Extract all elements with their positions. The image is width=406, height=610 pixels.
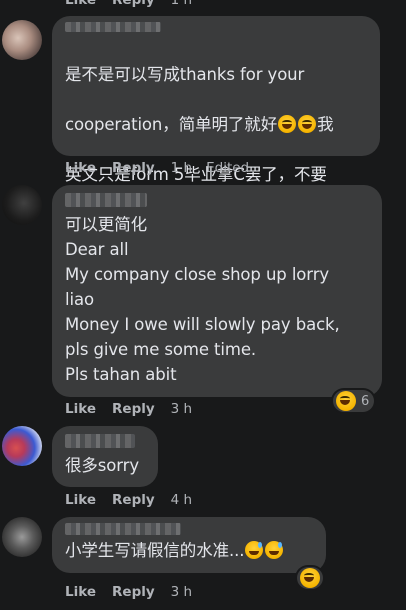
- avatar[interactable]: [2, 517, 42, 557]
- reply-button[interactable]: Reply: [112, 584, 155, 600]
- reaction-count: 6: [361, 393, 370, 409]
- comment-actions: Like Reply 3 h: [65, 582, 206, 602]
- comment-time[interactable]: 4 h: [171, 492, 192, 508]
- comment-bubble: 可以更简化 Dear all My company close shop up …: [52, 185, 382, 397]
- comment-actions-top: Like Reply 1 h: [65, 0, 206, 10]
- like-button[interactable]: Like: [65, 401, 96, 417]
- avatar[interactable]: [2, 185, 42, 225]
- like-button[interactable]: Like: [65, 0, 96, 8]
- sweat-smile-emoji-icon: [245, 541, 264, 559]
- reaction-summary[interactable]: 6: [333, 390, 375, 412]
- sweat-smile-emoji-icon: [265, 541, 284, 559]
- comment-time[interactable]: 1 h: [171, 160, 192, 176]
- comment-time[interactable]: 1 h: [171, 0, 192, 8]
- avatar[interactable]: [2, 426, 42, 466]
- comment-actions: Like Reply 3 h: [65, 399, 206, 419]
- comment-bubble: 很多sorry: [52, 426, 158, 487]
- laughing-emoji-icon: [298, 115, 317, 133]
- author-name[interactable]: [65, 193, 147, 207]
- comment-time[interactable]: 3 h: [171, 584, 192, 600]
- author-name[interactable]: [65, 434, 135, 448]
- comment-bubble: 小学生写请假信的水准...: [52, 517, 326, 573]
- edited-label: Edited: [206, 160, 250, 176]
- avatar[interactable]: [2, 20, 42, 60]
- reply-button[interactable]: Reply: [112, 160, 155, 176]
- reply-button[interactable]: Reply: [112, 401, 155, 417]
- author-name[interactable]: [65, 523, 181, 535]
- comment-text: 可以更简化 Dear all My company close shop up …: [65, 215, 340, 384]
- laughing-emoji-icon: [300, 568, 320, 588]
- like-button[interactable]: Like: [65, 584, 96, 600]
- reply-button[interactable]: Reply: [112, 0, 155, 8]
- comment-text: 小学生写请假信的水准...: [65, 538, 314, 563]
- author-name[interactable]: [65, 22, 161, 32]
- like-button[interactable]: Like: [65, 160, 96, 176]
- comment-bubble: 是不是可以写成thanks for your cooperation，简单明了就…: [52, 16, 380, 237]
- comment-actions: Like Reply 1 h Edited: [65, 158, 265, 178]
- comment-text: 很多sorry: [65, 456, 140, 475]
- reply-button[interactable]: Reply: [112, 492, 155, 508]
- laughing-emoji-icon: [278, 115, 297, 133]
- comment-actions: Like Reply 4 h: [65, 490, 206, 510]
- like-button[interactable]: Like: [65, 492, 96, 508]
- comment-time[interactable]: 3 h: [171, 401, 192, 417]
- reaction-summary[interactable]: [297, 567, 323, 589]
- laughing-emoji-icon: [336, 391, 356, 411]
